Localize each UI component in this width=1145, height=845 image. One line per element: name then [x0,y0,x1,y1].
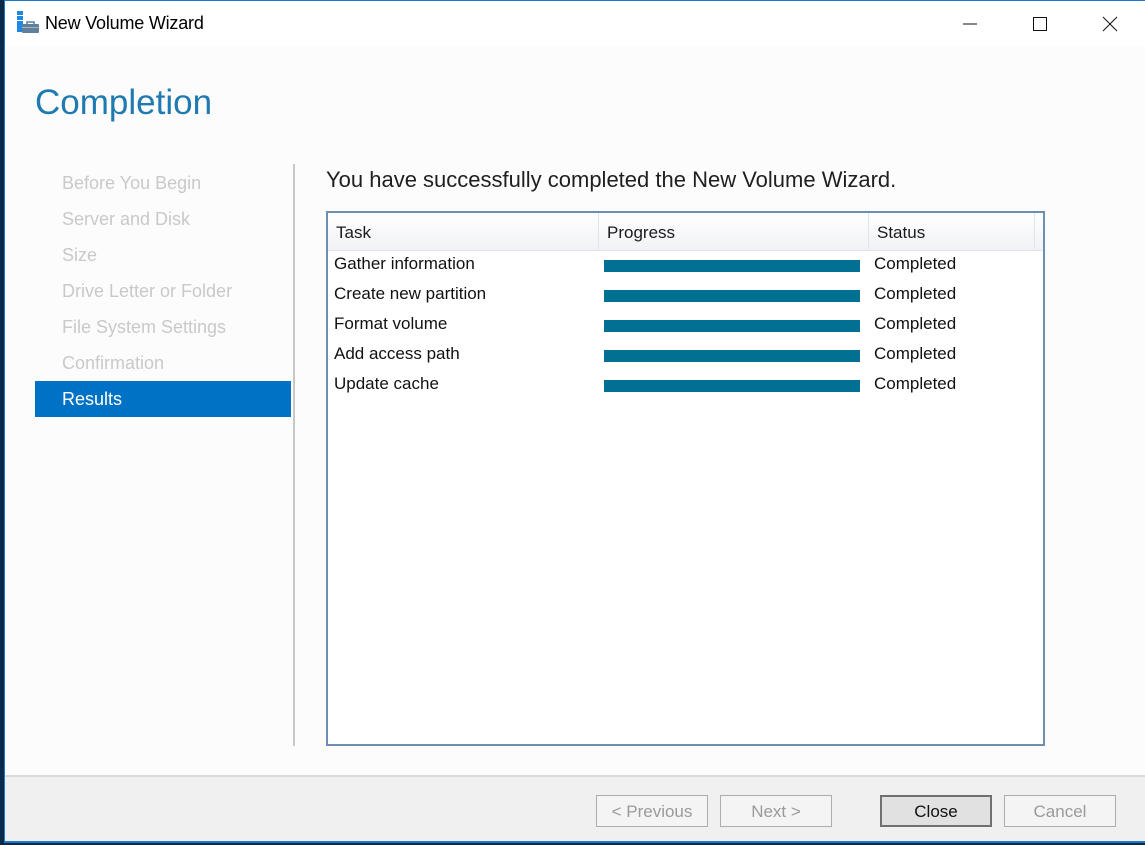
window-title: New Volume Wizard [45,13,204,33]
next-button[interactable]: Next > [720,795,832,827]
task-name: Update cache [334,374,439,393]
task-name: Gather information [334,254,475,273]
close-window-button[interactable] [1075,1,1145,46]
minimize-icon [962,16,978,32]
table-header: Task Progress Status [328,213,1043,251]
progress-fill [604,320,860,332]
volume-wizard-icon [17,11,41,35]
title-bar[interactable]: New Volume Wizard [5,1,1145,46]
nav-item-file-system-settings: File System Settings [62,317,227,337]
progress-bar [604,320,860,332]
progress-bar [604,380,860,392]
maximize-button[interactable] [1005,1,1075,46]
task-status: Completed [874,344,957,363]
task-name: Add access path [334,344,460,363]
nav-item-results[interactable]: Results [35,381,291,417]
cancel-button[interactable]: Cancel [1004,795,1116,827]
wizard-window: New Volume Wizard Completion Before You … [4,0,1145,843]
table-row: Update cache Completed [328,370,1043,400]
wizard-footer: < Previous Next > Close Cancel [5,775,1145,841]
progress-fill [604,260,860,272]
minimize-button[interactable] [935,1,1005,46]
progress-fill [604,350,860,362]
maximize-icon [1032,16,1048,32]
task-name: Format volume [334,314,448,333]
table-row: Gather information Completed [328,250,1043,280]
nav-item-before-you-begin: Before You Begin [62,173,202,193]
progress-bar [604,290,860,302]
page-title: Completion [35,83,213,122]
previous-button[interactable]: < Previous [596,795,708,827]
completion-message: You have successfully completed the New … [326,167,897,192]
task-status: Completed [874,374,957,393]
column-header-status[interactable]: Status [869,213,1035,249]
nav-divider [293,164,295,746]
nav-item-server-and-disk: Server and Disk [62,209,191,229]
table-row: Create new partition Completed [328,280,1043,310]
nav-item-size: Size [62,245,98,265]
task-name: Create new partition [334,284,487,303]
task-status: Completed [874,314,957,333]
table-row: Add access path Completed [328,340,1043,370]
close-icon [1102,16,1118,32]
task-status: Completed [874,284,957,303]
wizard-steps-nav: Before You Begin Server and Disk Size Dr… [35,165,291,417]
progress-bar [604,350,860,362]
column-header-progress[interactable]: Progress [599,213,869,249]
close-button[interactable]: Close [880,795,992,827]
nav-item-confirmation: Confirmation [62,353,165,373]
table-body: Gather information Completed Create new … [328,250,1043,400]
nav-item-drive-letter-or-folder: Drive Letter or Folder [62,281,233,301]
results-table: Task Progress Status Gather information … [326,211,1045,746]
task-status: Completed [874,254,957,273]
table-row: Format volume Completed [328,310,1043,340]
column-header-filler [1035,213,1045,249]
column-header-task[interactable]: Task [328,213,599,249]
progress-bar [604,260,860,272]
progress-fill [604,380,860,392]
progress-fill [604,290,860,302]
